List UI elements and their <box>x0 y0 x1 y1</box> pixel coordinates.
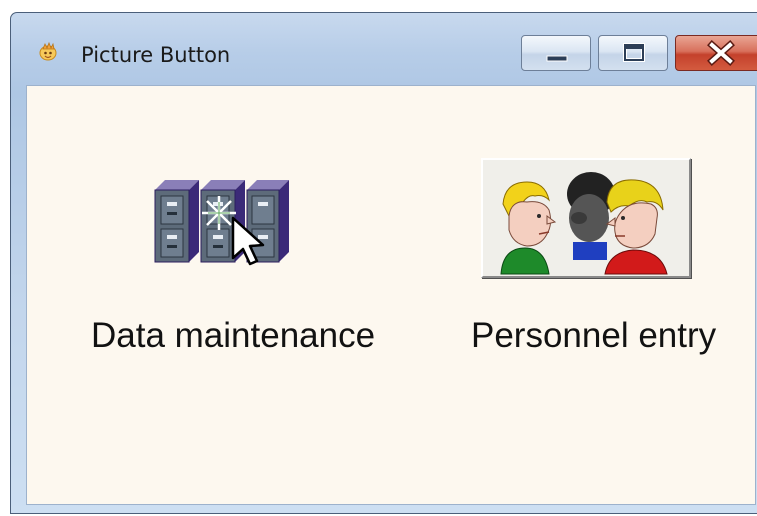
people-faces-icon <box>500 172 668 275</box>
client-area: Data maintenance Personnel entry <box>26 85 756 505</box>
personnel-entry-picture-button[interactable] <box>481 158 691 278</box>
maximize-button[interactable] <box>598 35 668 71</box>
file-cabinets-cursor-icon <box>154 180 289 266</box>
data-maintenance-label: Data maintenance <box>91 316 376 355</box>
data-maintenance-picture-button[interactable] <box>153 172 291 268</box>
restore-icon <box>623 43 645 62</box>
window-title: Picture Button <box>81 43 231 67</box>
close-button[interactable] <box>675 35 757 71</box>
title-bar[interactable]: Picture Button <box>11 13 757 85</box>
minimize-button[interactable] <box>521 35 591 71</box>
personnel-entry-label: Personnel entry <box>471 316 717 355</box>
app-window: Picture Button Data maintenance Personne… <box>10 12 757 514</box>
app-icon <box>37 41 57 61</box>
close-icon <box>707 40 735 66</box>
minimize-icon <box>546 55 568 62</box>
